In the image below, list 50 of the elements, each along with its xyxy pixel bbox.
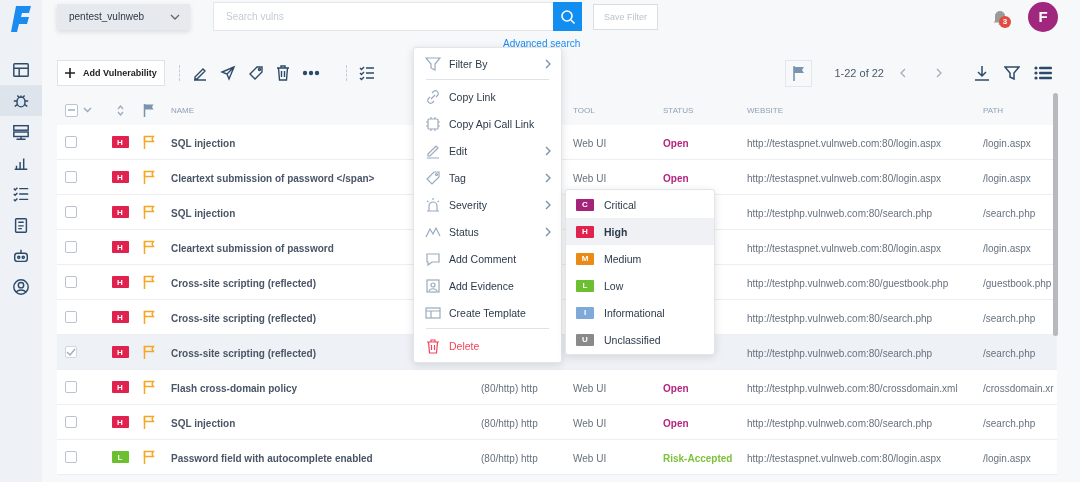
severity-badge: H: [111, 206, 129, 218]
table-cell: Web UI: [573, 173, 607, 184]
severity-badge: H: [576, 225, 594, 238]
table-cell: http://testphp.vulnweb.com:80/search.php: [747, 208, 933, 219]
severity-badge: H: [111, 136, 129, 148]
severity-badge: L: [111, 451, 129, 463]
severity-badge: C: [576, 198, 594, 211]
severity-badge: H: [111, 311, 129, 323]
status-label: Risk-Accepted: [663, 453, 733, 464]
table-cell: http://testaspnet.vulnweb.com:80/login.aspx: [747, 138, 941, 149]
table-cell: Web UI: [573, 383, 607, 394]
table-cell: /search.php: [983, 313, 1036, 324]
table-cell: /search.php: [983, 348, 1036, 359]
severity-badge: U: [576, 333, 594, 346]
table-cell: http://testaspnet.vulnweb.com:80/login.aspx: [747, 453, 941, 464]
table-cell: (80/http) http: [481, 418, 538, 429]
table-cell: /crossdomain.xr: [983, 383, 1054, 394]
table-cell: http://testaspnet.vulnweb.com:80/login.aspx: [747, 243, 941, 254]
table-cell: /guestbook.php: [983, 278, 1052, 289]
table-cell: http://testaspnet.vulnweb.com:80/login.aspx: [747, 173, 941, 184]
severity-badge: L: [576, 279, 594, 292]
table-cell: Web UI: [573, 138, 607, 149]
severity-badge: I: [576, 306, 594, 319]
table-cell: http://testphp.vulnweb.com:80/search.php: [747, 348, 933, 359]
status-label: Open: [663, 418, 689, 429]
table-cell: http://testphp.vulnweb.com:80/crossdomain.xml: [747, 383, 958, 394]
table-cell: (80/http) http: [481, 453, 538, 464]
severity-badge: H: [111, 276, 129, 288]
severity-badge: H: [111, 381, 129, 393]
table-cell: /login.aspx: [983, 173, 1031, 184]
severity-badge: H: [111, 346, 129, 358]
table-cell: http://testphp.vulnweb.com:80/search.php: [747, 313, 933, 324]
pagination-label: 1-22 of 22: [834, 67, 884, 79]
severity-badge: H: [111, 416, 129, 428]
table-cell: /login.aspx: [983, 138, 1031, 149]
severity-badge: M: [576, 252, 594, 265]
severity-badge: H: [111, 171, 129, 183]
table-cell: /search.php: [983, 418, 1036, 429]
status-label: Open: [663, 173, 689, 184]
table-cell: /login.aspx: [983, 243, 1031, 254]
table-cell: Web UI: [573, 453, 607, 464]
table-cell: Web UI: [573, 418, 607, 429]
table-cell: http://testphp.vulnweb.com:80/search.php: [747, 418, 933, 429]
severity-badge: H: [111, 241, 129, 253]
status-label: Open: [663, 383, 689, 394]
table-cell: /search.php: [983, 208, 1036, 219]
status-label: Open: [663, 138, 689, 149]
table-cell: http://testphp.vulnweb.com:80/guestbook.php: [747, 278, 949, 289]
table-cell: (80/http) http: [481, 383, 538, 394]
table-cell: /login.aspx: [983, 453, 1031, 464]
